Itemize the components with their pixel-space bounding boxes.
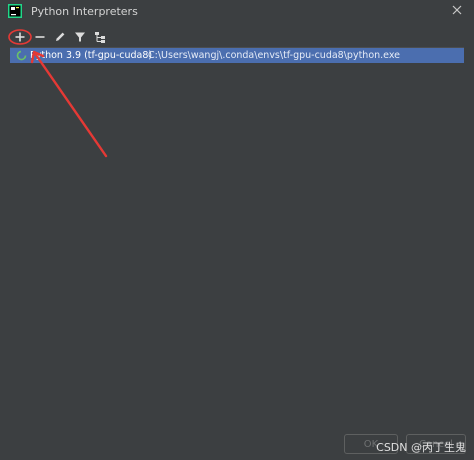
interpreter-toolbar	[8, 29, 128, 47]
interpreter-name: Python 3.9 (tf-gpu-cuda8)	[30, 50, 153, 61]
tree-icon[interactable]	[92, 29, 108, 45]
title-bar: Python Interpreters	[0, 0, 474, 24]
python-interpreters-dialog: Python Interpreters Python 3.9 (tf-gpu-c…	[0, 0, 474, 460]
pycharm-app-icon	[8, 4, 22, 18]
interpreter-row[interactable]: Python 3.9 (tf-gpu-cuda8) C:\Users\wangj…	[10, 48, 464, 63]
python-sdk-icon	[16, 50, 27, 61]
interpreter-list[interactable]: Python 3.9 (tf-gpu-cuda8) C:\Users\wangj…	[10, 47, 464, 428]
remove-icon[interactable]	[32, 29, 48, 45]
csdn-watermark: CSDN @丙丁生鬼	[376, 441, 466, 454]
edit-icon[interactable]	[52, 29, 68, 45]
close-icon[interactable]	[450, 3, 464, 17]
interpreter-path: C:\Users\wangj\.conda\envs\tf-gpu-cuda8\…	[148, 50, 401, 61]
add-icon[interactable]	[12, 29, 28, 45]
filter-icon[interactable]	[72, 29, 88, 45]
window-title: Python Interpreters	[31, 5, 138, 18]
